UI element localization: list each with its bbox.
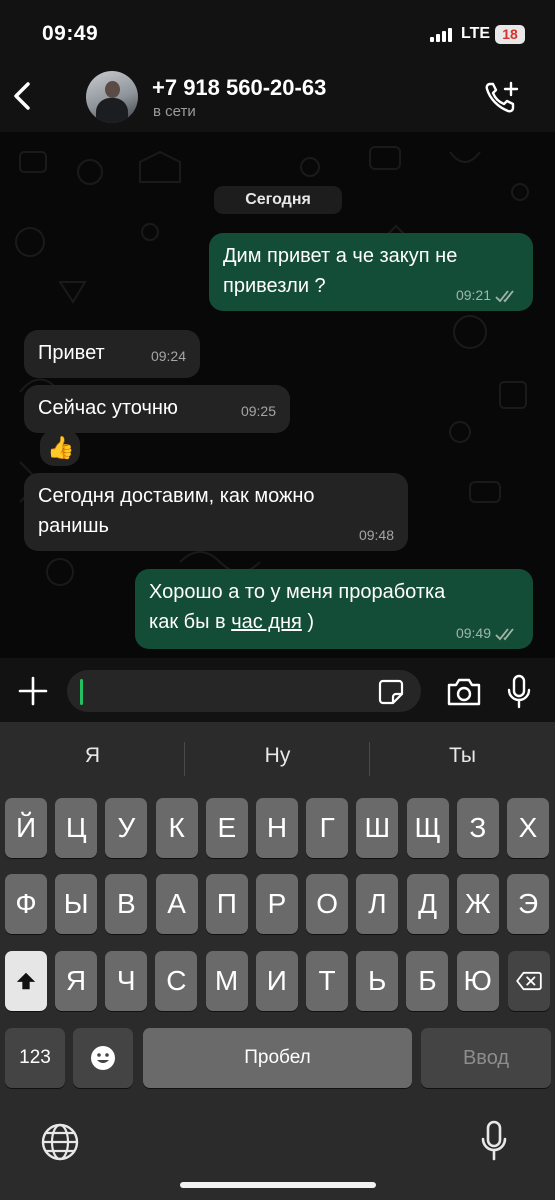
key-row2-3[interactable]: В <box>105 874 148 934</box>
shift-key[interactable] <box>5 951 47 1011</box>
camera-icon[interactable] <box>446 677 482 707</box>
message-input[interactable] <box>67 670 421 712</box>
plus-icon[interactable] <box>18 676 48 706</box>
key-row1-6[interactable]: Н <box>256 798 298 858</box>
message-text: Сегодня доставим, как можно ранишь <box>38 485 315 537</box>
enter-key[interactable]: Ввод <box>421 1028 551 1088</box>
date-link[interactable]: час дня <box>231 611 302 633</box>
key-row1-10[interactable]: З <box>456 798 499 858</box>
message-time: 09:49 <box>455 625 491 641</box>
emoji-key[interactable] <box>73 1028 133 1088</box>
key-row3-6[interactable]: Т <box>306 951 348 1011</box>
key-row3-9[interactable]: Ю <box>456 951 499 1011</box>
key-row1-7[interactable]: Г <box>306 798 349 858</box>
network-label: LTE <box>461 25 491 42</box>
date-chip: Сегодня <box>214 186 342 214</box>
call-add-icon[interactable] <box>484 80 520 114</box>
key-row1-3[interactable]: У <box>105 798 148 858</box>
key-row1-11[interactable]: Х <box>507 798 549 858</box>
incoming-message[interactable]: Сегодня доставим, как можно ранишь 09:48 <box>24 473 408 551</box>
status-time: 09:49 <box>42 22 99 45</box>
incoming-message[interactable]: 👍 <box>40 430 80 466</box>
incoming-message[interactable]: Привет 09:24 <box>24 330 200 378</box>
home-indicator <box>180 1182 376 1188</box>
backspace-icon <box>516 971 542 991</box>
key-row3-5[interactable]: И <box>255 951 298 1011</box>
text-cursor <box>80 679 83 705</box>
input-bar <box>0 658 555 722</box>
key-row1-1[interactable]: Й <box>5 798 47 858</box>
key-row2-11[interactable]: Э <box>507 874 549 934</box>
key-row2-2[interactable]: Ы <box>55 874 98 934</box>
emoji-icon <box>91 1046 115 1070</box>
message-time: 09:25 <box>240 403 276 419</box>
read-ticks-icon <box>495 290 514 303</box>
dictation-mic-icon[interactable] <box>480 1120 508 1162</box>
key-row2-9[interactable]: Д <box>406 874 449 934</box>
suggestion-1[interactable]: Я <box>0 744 185 768</box>
outgoing-message[interactable]: Хорошо а то у меня проработка как бы в ч… <box>135 569 533 649</box>
message-time: 09:21 <box>455 287 491 303</box>
sticker-icon[interactable] <box>378 679 404 705</box>
key-row1-8[interactable]: Ш <box>356 798 399 858</box>
key-row3-8[interactable]: Б <box>406 951 449 1011</box>
signal-icon <box>430 28 454 42</box>
globe-icon[interactable] <box>40 1122 80 1162</box>
shift-icon <box>16 972 36 990</box>
message-time: 09:48 <box>358 527 394 543</box>
suggestion-2[interactable]: Ну <box>185 744 370 768</box>
key-row2-5[interactable]: П <box>205 874 248 934</box>
key-row1-4[interactable]: К <box>155 798 198 858</box>
key-row3-7[interactable]: Ь <box>356 951 399 1011</box>
status-bar: 09:49 LTE 18 <box>0 0 555 62</box>
numbers-key[interactable]: 123 <box>5 1028 65 1088</box>
message-time: 09:24 <box>150 348 186 364</box>
thumbs-up-emoji: 👍 <box>47 435 75 460</box>
suggestion-3[interactable]: Ты <box>370 744 555 768</box>
outgoing-message[interactable]: Дим привет а че закуп не привезли ? 09:2… <box>209 233 533 311</box>
avatar[interactable] <box>86 71 138 123</box>
key-row2-7[interactable]: О <box>306 874 349 934</box>
key-row3-2[interactable]: Ч <box>105 951 148 1011</box>
key-row2-8[interactable]: Л <box>356 874 399 934</box>
battery-indicator: 18 <box>495 25 525 44</box>
key-row2-6[interactable]: Р <box>256 874 298 934</box>
key-row1-9[interactable]: Щ <box>406 798 449 858</box>
suggestion-bar: Я Ну Ты <box>0 722 555 796</box>
contact-status: в сети <box>153 103 196 120</box>
key-row3-3[interactable]: С <box>155 951 198 1011</box>
key-row3-1[interactable]: Я <box>55 951 97 1011</box>
backspace-key[interactable] <box>508 951 550 1011</box>
key-row1-5[interactable]: Е <box>205 798 248 858</box>
mic-icon[interactable] <box>506 674 532 710</box>
back-icon[interactable] <box>8 76 40 116</box>
key-row2-4[interactable]: А <box>155 874 198 934</box>
read-ticks-icon <box>495 628 514 641</box>
key-row2-1[interactable]: Ф <box>5 874 47 934</box>
contact-name[interactable]: +7 918 560-20-63 <box>152 75 326 101</box>
key-row1-2[interactable]: Ц <box>55 798 98 858</box>
chat-area[interactable]: Сегодня Дим привет а че закуп не привезл… <box>0 132 555 658</box>
chat-header: +7 918 560-20-63 в сети <box>0 62 555 132</box>
incoming-message[interactable]: Сейчас уточню 09:25 <box>24 385 290 433</box>
space-key[interactable]: Пробел <box>143 1028 412 1088</box>
key-row2-10[interactable]: Ж <box>456 874 499 934</box>
keyboard: Я Ну Ты ЙЦУКЕНГШЩЗХ ФЫВАПРОЛДЖЭ ЯЧСМИТЬБ… <box>0 722 555 1200</box>
key-row3-4[interactable]: М <box>205 951 248 1011</box>
